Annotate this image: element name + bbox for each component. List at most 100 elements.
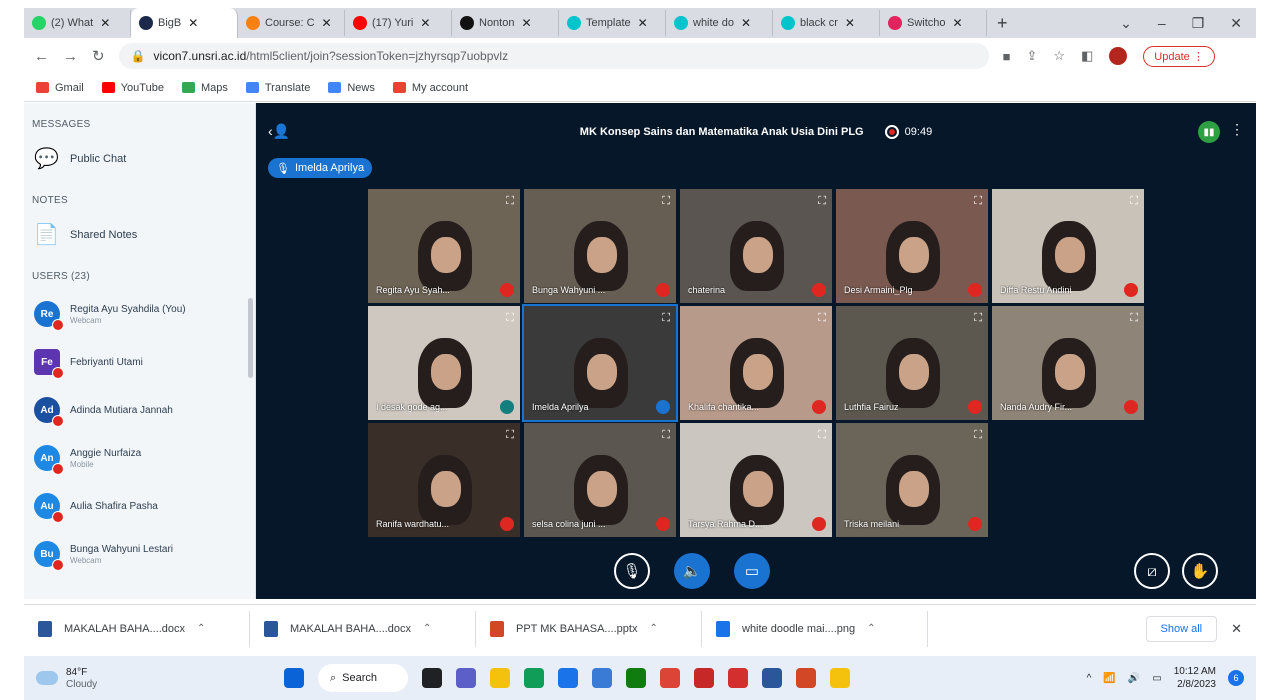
bookmark-item[interactable]: News [328, 82, 375, 94]
profile-avatar[interactable] [1109, 47, 1128, 65]
download-item[interactable]: white doodle mai....png ⌃ [702, 610, 928, 647]
video-tile[interactable]: ⛶ Tarsya Rahma D... [680, 423, 832, 537]
reload-icon[interactable]: ↻ [92, 47, 105, 65]
browser-tab[interactable]: white do ✕ [666, 10, 773, 36]
participant-name[interactable]: I desak gode ag... [376, 402, 448, 412]
participant-name[interactable]: chaterina [688, 285, 725, 295]
xbox-icon[interactable] [626, 668, 646, 688]
browser-tab[interactable]: (2) What ✕ [24, 10, 131, 36]
chevron-up-icon[interactable]: ⌃ [649, 623, 657, 634]
start-icon[interactable] [284, 668, 304, 688]
app-icon[interactable] [592, 668, 612, 688]
tab-search-icon[interactable]: ⌄ [1120, 15, 1132, 32]
close-tab-icon[interactable]: ✕ [188, 16, 198, 30]
browser-tab[interactable]: Nonton ✕ [452, 10, 559, 36]
video-tile[interactable]: ⛶ Luthfia Fairuz [836, 306, 988, 420]
participant-name[interactable]: Regita Ayu Syah... [376, 285, 450, 295]
browser-tab[interactable]: Switcho ✕ [880, 10, 987, 36]
participant-name[interactable]: Diffa Restu Andini [1000, 285, 1071, 295]
show-all-button[interactable]: Show all [1145, 615, 1218, 642]
video-tile[interactable]: ⛶ I desak gode ag... [368, 306, 520, 420]
video-tile[interactable]: ⛶ selsa colina juni ... [524, 423, 676, 537]
unmute-button[interactable]: 🎙 [614, 553, 650, 589]
camera-icon[interactable]: ■ [1003, 49, 1011, 64]
edge-icon[interactable] [524, 668, 544, 688]
webcam-button[interactable]: ▭ [734, 553, 770, 589]
fullscreen-icon[interactable]: ⛶ [662, 312, 670, 325]
video-tile[interactable]: ⛶ Diffa Restu Andini [992, 189, 1144, 303]
close-tab-icon[interactable]: ✕ [845, 16, 855, 30]
video-tile[interactable]: ⛶ Regita Ayu Syah... [368, 189, 520, 303]
chrome-icon[interactable] [660, 668, 680, 688]
video-tile[interactable]: ⛶ Khalifa chantika... [680, 306, 832, 420]
wps-icon[interactable] [694, 668, 714, 688]
participant-name[interactable]: Nanda Audry Fir... [1000, 402, 1072, 412]
star-icon[interactable]: ☆ [1053, 48, 1065, 64]
raise-hand-button[interactable]: ✋ [1182, 553, 1218, 589]
public-chat-item[interactable]: 💬 Public Chat [24, 138, 255, 179]
meet-icon[interactable] [456, 668, 476, 688]
participant-name[interactable]: Desi Armaini_Plg [844, 285, 913, 295]
share-icon[interactable]: ⇪ [1026, 48, 1037, 64]
fullscreen-icon[interactable]: ⛶ [974, 195, 982, 208]
browser-tab[interactable]: black cr ✕ [773, 10, 880, 36]
forward-icon[interactable]: → [63, 48, 78, 65]
video-tile[interactable]: ⛶ chaterina [680, 189, 832, 303]
fullscreen-icon[interactable]: ⛶ [1130, 312, 1138, 325]
volume-icon[interactable]: 🔊 [1128, 673, 1140, 684]
shared-notes-item[interactable]: 📄 Shared Notes [24, 214, 255, 255]
participant-name[interactable]: Imelda Aprilya [532, 402, 589, 412]
user-list-item[interactable]: Bu Bunga Wahyuni Lestari Webcam [24, 530, 255, 578]
update-button[interactable]: Update ⋮ [1143, 45, 1215, 67]
fullscreen-icon[interactable]: ⛶ [506, 312, 514, 325]
fullscreen-icon[interactable]: ⛶ [662, 429, 670, 442]
browser-tab[interactable]: (17) Yuri ✕ [345, 10, 452, 36]
user-list-item[interactable]: Au Aulia Shafira Pasha [24, 482, 255, 530]
fullscreen-icon[interactable]: ⛶ [506, 195, 514, 208]
app-icon[interactable] [728, 668, 748, 688]
sidepanel-icon[interactable]: ◧ [1081, 48, 1093, 64]
close-tab-icon[interactable]: ✕ [420, 16, 430, 30]
new-tab-button[interactable]: + [987, 13, 1018, 34]
browser-tab[interactable]: BigB ✕ [131, 8, 238, 38]
video-tile[interactable]: ⛶ Desi Armaini_Plg [836, 189, 988, 303]
back-icon[interactable]: ← [34, 48, 49, 65]
close-tab-icon[interactable]: ✕ [521, 16, 531, 30]
fullscreen-icon[interactable]: ⛶ [1130, 195, 1138, 208]
user-list-item[interactable]: An Anggie Nurfaiza Mobile [24, 434, 255, 482]
connection-status-icon[interactable]: ▮▮ [1198, 121, 1220, 143]
participant-name[interactable]: selsa colina juni ... [532, 519, 606, 529]
clock[interactable]: 10:12 AM 2/8/2023 [1174, 665, 1216, 691]
close-tab-icon[interactable]: ✕ [953, 16, 963, 30]
video-tile[interactable]: ⛶ Bunga Wahyuni ... [524, 189, 676, 303]
task-view-icon[interactable] [422, 668, 442, 688]
battery-icon[interactable]: ▭ [1152, 673, 1161, 684]
word-icon[interactable] [762, 668, 782, 688]
video-tile[interactable]: ⛶ Triska meilani [836, 423, 988, 537]
participant-name[interactable]: Tarsya Rahma D... [688, 519, 763, 529]
fullscreen-icon[interactable]: ⛶ [818, 195, 826, 208]
talking-indicator[interactable]: 🎙 Imelda Aprilya [268, 158, 373, 178]
tray-overflow-icon[interactable]: ^ [1087, 673, 1092, 684]
participant-name[interactable]: Khalifa chantika... [688, 402, 759, 412]
audio-button[interactable]: 🔈 [674, 553, 710, 589]
bookmark-item[interactable]: Maps [181, 82, 228, 94]
fullscreen-icon[interactable]: ⛶ [818, 312, 826, 325]
participant-name[interactable]: Triska meilani [844, 519, 899, 529]
close-tab-icon[interactable]: ✕ [638, 16, 648, 30]
notification-badge[interactable]: 6 [1228, 670, 1244, 686]
video-tile[interactable]: ⛶ Imelda Aprilya [522, 304, 678, 422]
url-input[interactable]: 🔒 vicon7.unsri.ac.id/html5client/join?se… [118, 43, 989, 69]
participant-name[interactable]: Luthfia Fairuz [844, 402, 899, 412]
powerpoint-icon[interactable] [796, 668, 816, 688]
bookmark-item[interactable]: Translate [245, 82, 310, 94]
download-item[interactable]: MAKALAH BAHA....docx ⌃ [24, 610, 250, 647]
fullscreen-icon[interactable]: ⛶ [974, 429, 982, 442]
fullscreen-icon[interactable]: ⛶ [974, 312, 982, 325]
chevron-up-icon[interactable]: ⌃ [867, 623, 875, 634]
store-icon[interactable] [558, 668, 578, 688]
minimize-icon[interactable]: – [1158, 15, 1166, 32]
fullscreen-icon[interactable]: ⛶ [506, 429, 514, 442]
close-window-icon[interactable]: ✕ [1230, 15, 1242, 32]
chevron-up-icon[interactable]: ⌃ [423, 623, 431, 634]
